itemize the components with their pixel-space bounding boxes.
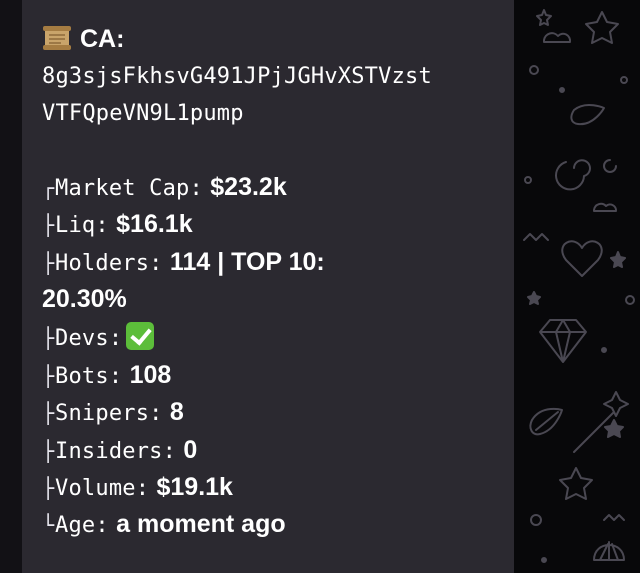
ca-heading: CA:	[42, 24, 124, 55]
stat-value: 108	[129, 361, 172, 389]
stat-value: 0	[183, 436, 198, 464]
tree-branch: ├	[42, 364, 55, 388]
stat-age: └Age: a moment ago	[42, 509, 286, 541]
stat-value: 8	[169, 398, 184, 426]
stat-holders: ├Holders: 114 | TOP 10:	[42, 247, 325, 279]
contract-address-line-2[interactable]: VTFQpeVN9L1pump	[42, 99, 244, 129]
scroll-icon	[42, 25, 72, 51]
ca-label: CA:	[80, 25, 125, 53]
stat-label: Insiders:	[55, 439, 177, 464]
stat-label: Bots:	[55, 364, 123, 389]
stat-value: $19.1k	[156, 473, 233, 501]
stat-insiders: ├Insiders: 0	[42, 435, 197, 467]
tree-branch: ├	[42, 251, 55, 275]
stat-devs: ├Devs:	[42, 322, 155, 354]
stat-bots: ├Bots: 108	[42, 360, 171, 392]
tree-branch: ┌	[42, 176, 55, 200]
stat-label: Devs:	[55, 326, 123, 351]
stat-label: Holders:	[55, 251, 163, 276]
stat-label: Liq:	[55, 213, 109, 238]
stat-volume: ├Volume: $19.1k	[42, 472, 233, 504]
stat-label: Volume:	[55, 476, 150, 501]
stat-liquidity: ├Liq: $16.1k	[42, 209, 193, 241]
tree-branch: ├	[42, 439, 55, 463]
stat-snipers: ├Snipers: 8	[42, 397, 184, 429]
stat-label: Snipers:	[55, 401, 163, 426]
tree-branch: ├	[42, 326, 55, 350]
tree-branch: ├	[42, 476, 55, 500]
stat-label: Market Cap:	[55, 176, 203, 201]
tree-branch: ├	[42, 213, 55, 237]
message-bubble[interactable]: CA: 8g3sjsFkhsvG491JPjJGHvXSTVzst VTFQpe…	[22, 0, 514, 573]
tree-branch: └	[42, 513, 55, 537]
contract-address-line-1[interactable]: 8g3sjsFkhsvG491JPjJGHvXSTVzst	[42, 62, 432, 92]
stat-value: 114 | TOP 10:	[169, 248, 325, 276]
stat-label: Age:	[55, 513, 109, 538]
stat-value: 20.30%	[42, 285, 127, 313]
check-mark-icon	[126, 322, 155, 350]
stat-value: $23.2k	[210, 173, 287, 201]
tree-branch: ├	[42, 401, 55, 425]
chat-left-edge	[0, 0, 22, 573]
stat-value: $16.1k	[116, 210, 193, 238]
stat-market-cap: ┌Market Cap: $23.2k	[42, 172, 287, 204]
chat-wallpaper	[514, 0, 640, 573]
stat-value: a moment ago	[116, 510, 286, 538]
stat-top10-percent: 20.30%	[42, 284, 127, 315]
